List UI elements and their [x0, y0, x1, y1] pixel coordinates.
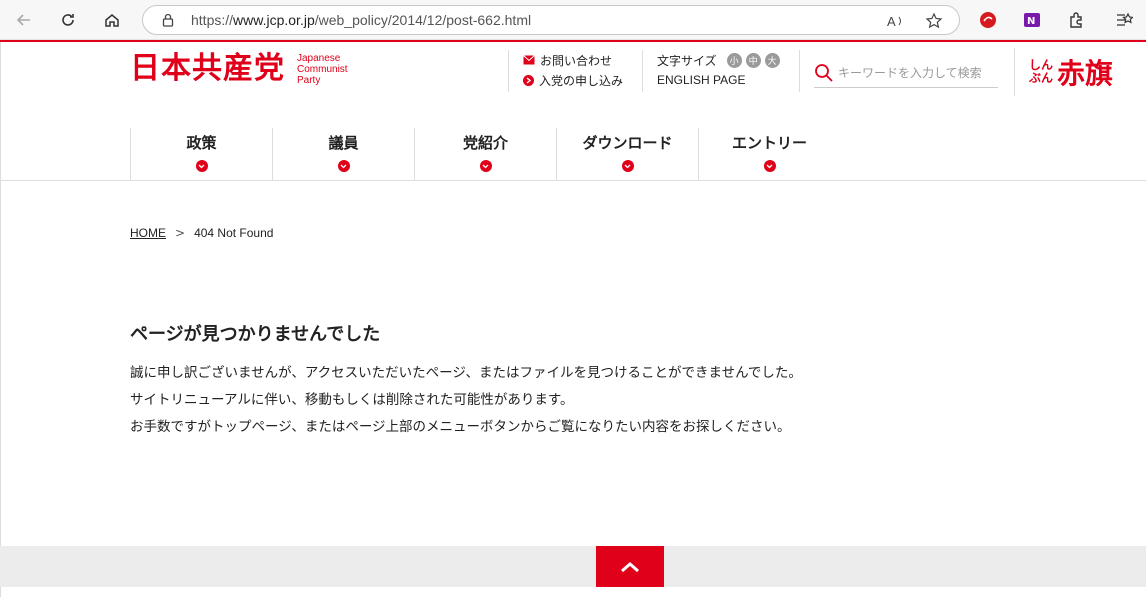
- svg-text:N: N: [1027, 16, 1035, 27]
- contact-link[interactable]: お問い合わせ: [523, 50, 623, 70]
- message-line: 誠に申し訳ございませんが、アクセスいただいたページ、またはファイルを見つけること…: [130, 365, 802, 381]
- arrow-circle-icon: [523, 74, 534, 86]
- url-host: www.jcp.or.jp: [233, 12, 315, 28]
- nav-item-entry[interactable]: エントリー: [698, 128, 840, 180]
- nav-item-about[interactable]: 党紹介: [414, 128, 556, 180]
- contact-label: お問い合わせ: [540, 53, 613, 68]
- url-text: https://www.jcp.or.jp/web_policy/2014/12…: [191, 12, 531, 28]
- breadcrumb: HOME > 404 Not Found: [130, 226, 273, 240]
- nav-item-policy[interactable]: 政策: [130, 128, 272, 180]
- extensions-puzzle-icon[interactable]: [1065, 9, 1087, 31]
- global-nav: 政策 議員 党紹介 ダウンロード エントリー: [130, 128, 840, 180]
- url-path: /web_policy/2014/12/post-662.html: [314, 12, 532, 28]
- home-icon: [105, 14, 119, 27]
- breadcrumb-separator: >: [175, 226, 186, 240]
- page-left-border: [0, 42, 1, 597]
- nav-item-members[interactable]: 議員: [272, 128, 414, 180]
- favorites-list-icon[interactable]: [1113, 9, 1135, 31]
- message-line: お手数ですがトップページ、またはページ上部のメニューボタンからご覧になりたい内容…: [130, 419, 791, 435]
- logo-sub-line: Japanese: [297, 52, 341, 64]
- site-search: [814, 58, 998, 88]
- font-size-row: 文字サイズ 小 中 大: [657, 50, 787, 70]
- font-small-button[interactable]: 小: [726, 52, 742, 68]
- onenote-extension-icon[interactable]: N: [1021, 9, 1043, 31]
- nav-label: ダウンロード: [582, 134, 673, 152]
- header-divider: [0, 180, 1146, 181]
- logo-sub-line: Party: [297, 74, 321, 86]
- trend-micro-extension-icon[interactable]: [977, 9, 999, 31]
- search-icon[interactable]: [814, 63, 834, 83]
- nav-label: 議員: [328, 134, 359, 152]
- search-input[interactable]: [838, 65, 998, 80]
- home-button[interactable]: [100, 8, 124, 32]
- chevron-down-icon: [763, 160, 776, 172]
- svg-text:A: A: [887, 14, 896, 29]
- akahata-logo-text: 赤旗: [1057, 57, 1114, 90]
- favorite-star-icon[interactable]: [925, 12, 943, 30]
- font-medium-button[interactable]: 中: [745, 52, 761, 68]
- chevron-down-icon: [195, 160, 208, 172]
- lock-icon: [162, 13, 174, 27]
- page-title: ページが見つかりませんでした: [130, 324, 381, 345]
- chevron-up-icon: [621, 561, 639, 572]
- back-arrow-icon: [16, 14, 30, 26]
- logo-sub-text: Japanese Communist Party: [297, 53, 348, 86]
- english-page-link[interactable]: ENGLISH PAGE: [657, 70, 787, 90]
- font-large-button[interactable]: 大: [764, 52, 780, 68]
- web-page: 日本共産党 Japanese Communist Party お問い合わせ 入党…: [0, 40, 1146, 597]
- font-size-label: 文字サイズ: [657, 53, 717, 68]
- akahata-small-line: ぶん: [1029, 71, 1054, 85]
- browser-toolbar: https://www.jcp.or.jp/web_policy/2014/12…: [0, 0, 1146, 40]
- reload-icon: [62, 14, 74, 26]
- logo-sub-line: Communist: [297, 63, 348, 75]
- site-logo[interactable]: 日本共産党 Japanese Communist Party: [130, 52, 348, 86]
- nav-item-download[interactable]: ダウンロード: [556, 128, 698, 180]
- error-message: 誠に申し訳ございませんが、アクセスいただいたページ、またはファイルを見つけること…: [130, 360, 802, 441]
- chevron-down-icon: [479, 160, 492, 172]
- back-button[interactable]: [12, 8, 36, 32]
- logo-main-text: 日本共産党: [130, 51, 285, 86]
- join-link[interactable]: 入党の申し込み: [523, 70, 623, 90]
- message-line: サイトリニューアルに伴い、移動もしくは削除された可能性があります。: [130, 392, 574, 408]
- mail-icon: [523, 55, 535, 65]
- breadcrumb-current: 404 Not Found: [194, 226, 274, 240]
- nav-label: 政策: [186, 134, 217, 152]
- font-size-panel: 文字サイズ 小 中 大 ENGLISH PAGE: [642, 50, 800, 92]
- akahata-link[interactable]: しん ぶん 赤旗: [1014, 48, 1146, 96]
- chevron-down-icon: [337, 160, 350, 172]
- back-to-top-button[interactable]: [596, 546, 664, 587]
- footer-band: [0, 546, 1146, 587]
- reload-button[interactable]: [56, 8, 80, 32]
- join-label: 入党の申し込み: [539, 73, 624, 88]
- nav-label: 党紹介: [462, 134, 508, 152]
- url-scheme: https://: [191, 12, 234, 28]
- read-aloud-icon[interactable]: A: [887, 13, 905, 29]
- address-bar[interactable]: https://www.jcp.or.jp/web_policy/2014/12…: [142, 5, 960, 35]
- akahata-small-text: しん ぶん: [1029, 59, 1053, 85]
- utility-links: お問い合わせ 入党の申し込み: [508, 50, 623, 92]
- nav-label: エントリー: [731, 134, 807, 152]
- chevron-down-icon: [621, 160, 634, 172]
- breadcrumb-home-link[interactable]: HOME: [130, 226, 166, 240]
